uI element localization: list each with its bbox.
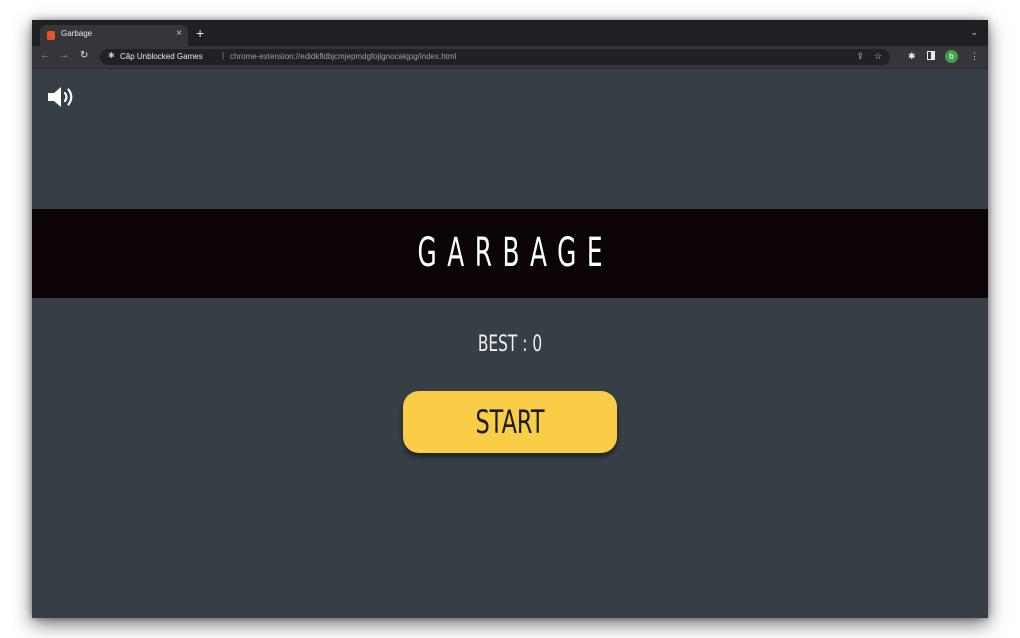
tab-title: Garbage (61, 29, 93, 38)
favicon-icon (47, 31, 55, 40)
forward-arrow-icon[interactable]: → (59, 49, 69, 63)
address-url[interactable]: chrome-extension://edidkfldbjcmjepmdgfoj… (230, 52, 456, 61)
tab-close-icon[interactable]: × (176, 27, 182, 41)
tab-search-chevron-icon[interactable]: ⌄ (970, 27, 978, 38)
new-tab-button[interactable]: + (196, 25, 204, 41)
extensions-icon[interactable]: ✱ (908, 50, 916, 62)
game-title: GARBAGE (417, 230, 614, 276)
start-button-label: START (475, 403, 545, 441)
site-name: Căp Unblocked Games (120, 52, 203, 61)
best-score: BEST : 0 (477, 332, 543, 357)
start-button[interactable]: START (403, 391, 617, 453)
tab-strip: Garbage × + ⌄ (32, 20, 988, 46)
browser-window: Garbage × + ⌄ ← → ↻ ✱ Căp Unblocked Game… (32, 20, 988, 618)
share-icon[interactable]: ⇪ (856, 51, 864, 62)
game-area: GARBAGE BEST : 0 START (32, 69, 988, 618)
title-banner: GARBAGE (32, 209, 988, 298)
side-panel-icon[interactable] (927, 51, 935, 60)
extension-puzzle-icon: ✱ (108, 51, 115, 60)
reload-icon[interactable]: ↻ (80, 49, 88, 63)
speaker-volume-icon[interactable] (46, 83, 78, 111)
back-arrow-icon[interactable]: ← (40, 49, 50, 63)
profile-avatar[interactable]: b (945, 50, 958, 63)
address-separator: | (222, 51, 225, 60)
address-bar[interactable]: ✱ Căp Unblocked Games | chrome-extension… (100, 49, 890, 65)
browser-menu-icon[interactable]: ⋮ (970, 50, 979, 62)
tab-garbage[interactable]: Garbage × (40, 25, 188, 46)
browser-toolbar: ← → ↻ ✱ Căp Unblocked Games | chrome-ext… (32, 46, 988, 69)
bookmark-star-icon[interactable]: ☆ (874, 51, 882, 62)
